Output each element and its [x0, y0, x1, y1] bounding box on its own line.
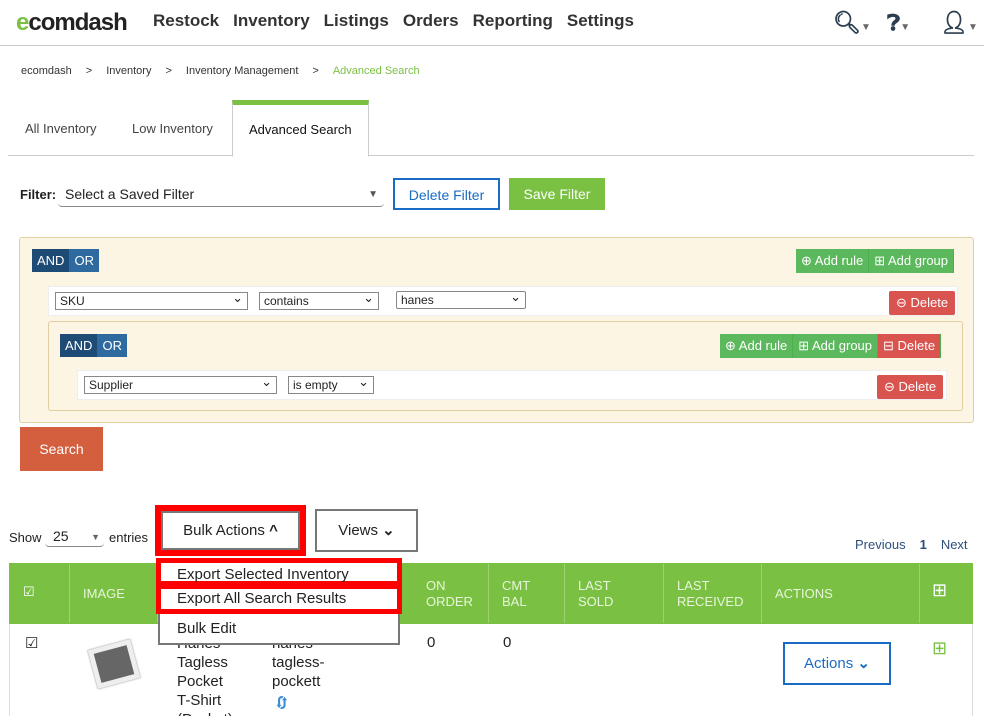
- search-button[interactable]: Search: [20, 427, 103, 471]
- select-all-checkbox[interactable]: ☑: [9, 564, 70, 623]
- product-name[interactable]: Hanes Tagless Pocket T-Shirt (Pocket): [177, 634, 237, 716]
- search-icon[interactable]: 🔍︎▼: [833, 10, 871, 36]
- and-button[interactable]: AND: [32, 249, 70, 272]
- saved-filter-value: Select a Saved Filter: [65, 186, 195, 202]
- crumb-current: Advanced Search: [332, 65, 420, 77]
- crumb-sep: >: [165, 65, 172, 77]
- saved-filter-select[interactable]: Select a Saved Filter ▼: [58, 183, 384, 207]
- filter-label: Filter:: [20, 187, 57, 202]
- breadcrumb: ecomdash > Inventory > Inventory Managemen…: [21, 65, 420, 77]
- show-label: Show: [9, 530, 42, 545]
- tab-all-inventory[interactable]: All Inventory: [25, 100, 97, 156]
- group-actions: ⊕ Add rule ⊞ Add group ⊟ Delete: [720, 334, 942, 358]
- product-image-placeholder: [87, 638, 141, 690]
- rule-operator-select[interactable]: contains: [259, 290, 379, 310]
- nav-reporting[interactable]: Reporting: [473, 11, 553, 31]
- query-builder: ANDOR ⊕ Add rule⊞ Add group SKU contains…: [19, 237, 974, 423]
- tab-advanced-search[interactable]: Advanced Search: [232, 100, 369, 157]
- rule-sku: SKU contains hanes ⊖ Delete: [48, 286, 958, 316]
- crumb-inventory-management[interactable]: Inventory Management: [186, 65, 299, 77]
- entries-label: entries: [109, 530, 149, 545]
- cmt-bal-value: 0: [503, 634, 512, 651]
- bulk-actions-menu: Export Selected Inventory Export All Sea…: [156, 558, 402, 645]
- or-button[interactable]: OR: [97, 334, 127, 357]
- previous-link[interactable]: Previous: [855, 537, 906, 552]
- col-cmt-bal[interactable]: CMT BAL: [489, 564, 565, 623]
- rule-field-select[interactable]: SKU: [55, 290, 248, 310]
- col-last-sold[interactable]: LAST SOLD: [565, 564, 664, 623]
- col-image[interactable]: IMAGE: [70, 564, 158, 623]
- logo[interactable]: ecomdash: [16, 9, 128, 37]
- sync-icon[interactable]: 🔄︎: [275, 692, 289, 713]
- rule-field-select[interactable]: Supplier: [84, 374, 277, 394]
- and-or-toggle: AND OR: [32, 249, 99, 272]
- and-or-toggle: AND OR: [60, 334, 127, 357]
- or-button[interactable]: OR: [69, 249, 99, 272]
- nav-inventory[interactable]: Inventory: [233, 11, 310, 31]
- expand-row-icon[interactable]: ⊞: [932, 638, 947, 659]
- entries-select[interactable]: 25 ▼: [45, 525, 104, 547]
- add-group-button[interactable]: ⊞ Add group: [793, 334, 879, 358]
- chevron-down-icon: ⌄: [857, 655, 870, 672]
- add-rule-button[interactable]: ⊕ Add rule: [796, 249, 870, 273]
- dropdown-arrow-icon: ▼: [368, 189, 378, 200]
- col-actions[interactable]: ACTIONS: [762, 564, 920, 623]
- menu-export-all[interactable]: Export All Search Results: [156, 586, 402, 614]
- tab-low-inventory[interactable]: Low Inventory: [132, 100, 213, 156]
- rule-group: AND OR ⊕ Add rule ⊞ Add group ⊟ Delete Supp…: [48, 321, 963, 411]
- menu-export-selected[interactable]: Export Selected Inventory: [156, 558, 402, 586]
- next-link[interactable]: Next: [941, 537, 968, 552]
- row-actions-button[interactable]: Actions ⌄: [783, 642, 891, 685]
- rule-value-input[interactable]: hanes: [396, 289, 526, 309]
- pagination: Previous 1 Next: [855, 537, 968, 552]
- add-rule-button[interactable]: ⊕ Add rule: [720, 334, 794, 358]
- row-checkbox[interactable]: ☑: [25, 634, 38, 652]
- nav-listings[interactable]: Listings: [324, 11, 389, 31]
- bulk-actions-button[interactable]: Bulk Actions ^: [155, 505, 306, 556]
- entries-value: 25: [53, 528, 69, 544]
- delete-group-button[interactable]: ⊟ Delete: [878, 334, 942, 358]
- page-1[interactable]: 1: [920, 537, 927, 552]
- crumb-ecomdash[interactable]: ecomdash: [21, 65, 72, 77]
- col-on-order[interactable]: ON ORDER: [413, 564, 489, 623]
- menu-bulk-edit[interactable]: Bulk Edit: [160, 614, 398, 643]
- nav-orders[interactable]: Orders: [403, 11, 459, 31]
- and-button[interactable]: AND: [60, 334, 98, 357]
- delete-filter-button[interactable]: Delete Filter: [393, 178, 500, 210]
- crumb-sep: >: [85, 65, 93, 77]
- user-icon[interactable]: 👤︎▼: [940, 10, 978, 36]
- help-icon[interactable]: ❓︎▼: [887, 10, 910, 36]
- delete-rule-button[interactable]: ⊖ Delete: [877, 375, 944, 399]
- table-row: ☑ Hanes Tagless Pocket T-Shirt (Pocket) …: [9, 624, 973, 716]
- rule-supplier: Supplier is empty ⊖ Delete: [77, 370, 947, 400]
- tab-bar: All Inventory Low Inventory Advanced Sea…: [8, 100, 974, 157]
- delete-rule-button[interactable]: ⊖ Delete: [889, 291, 956, 315]
- chevron-down-icon: ⌄: [382, 522, 395, 539]
- add-group-button[interactable]: ⊞ Add group: [869, 249, 955, 273]
- on-order-value: 0: [427, 634, 436, 651]
- group-actions: ⊕ Add rule ⊞ Add group: [796, 249, 955, 273]
- add-column-icon[interactable]: ⊞: [920, 564, 973, 623]
- crumb-sep: >: [312, 65, 319, 77]
- views-button[interactable]: Views ⌄: [315, 509, 418, 552]
- crumb-inventory[interactable]: Inventory: [106, 65, 151, 77]
- col-last-received[interactable]: LAST RECEIVED: [664, 564, 762, 623]
- main-nav: Restock Inventory Listings Orders Report…: [153, 11, 634, 31]
- chevron-up-icon: ^: [269, 522, 278, 539]
- nav-restock[interactable]: Restock: [153, 11, 219, 31]
- dropdown-arrow-icon: ▼: [91, 532, 100, 542]
- rule-operator-select[interactable]: is empty: [288, 374, 374, 394]
- nav-settings[interactable]: Settings: [567, 11, 634, 31]
- save-filter-button[interactable]: Save Filter: [509, 178, 605, 210]
